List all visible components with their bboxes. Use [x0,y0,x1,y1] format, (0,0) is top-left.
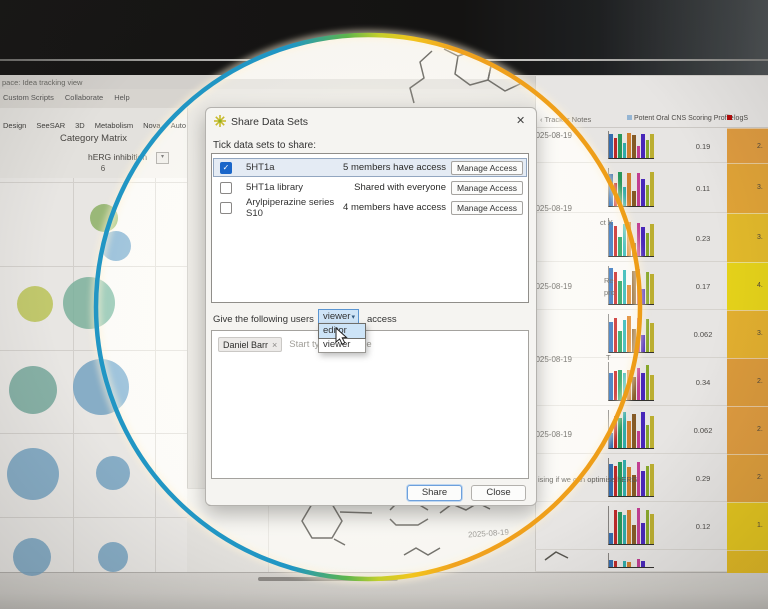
close-button[interactable]: Close [471,485,526,501]
letterbox-top [0,0,768,75]
letterbox-divider-line [0,59,768,61]
screenshot-stage: pace: Idea tracking view Custom ScriptsC… [0,0,768,609]
dataset-row[interactable]: 5HT1a libraryShared with everyone Manage … [214,179,526,196]
matrix-bubble[interactable] [63,277,115,329]
dataset-checkbox[interactable] [220,202,232,214]
matrix-bubble[interactable] [96,456,130,490]
matrix-bubble[interactable] [90,204,118,232]
dialog-title: Share Data Sets [231,116,308,128]
give-users-label: Give the following users [213,314,314,325]
dataset-list: ✓ 5HT1a5 members have access Manage Access… [211,153,529,303]
dataset-access-status: 5 members have access [343,162,446,173]
dataset-row[interactable]: ✓ 5HT1a5 members have access Manage Access [214,159,526,176]
matrix-bubble[interactable] [101,231,131,261]
matrix-bubble[interactable] [17,286,53,322]
dataset-name: 5HT1a library [246,182,354,193]
matrix-bubble[interactable] [7,448,59,500]
close-icon[interactable]: ✕ [516,114,525,127]
share-button[interactable]: Share [407,485,462,501]
remove-user-icon[interactable]: × [272,340,277,350]
dataset-access-status: 4 members have access [343,202,446,213]
dataset-checkbox[interactable] [220,182,232,194]
share-dialog-icon [213,114,227,128]
horizontal-scrollbar[interactable] [258,577,398,581]
role-select[interactable]: viewer ▾ [318,309,359,324]
user-chip: Daniel Barr × [218,337,282,352]
matrix-bubble[interactable] [13,538,51,576]
manage-access-button[interactable]: Manage Access [451,201,523,215]
user-input-box[interactable]: Daniel Barr × Start typing a name [211,330,529,479]
manage-access-button[interactable]: Manage Access [451,161,523,175]
dataset-access-status: Shared with everyone [354,182,446,193]
tick-datasets-label: Tick data sets to share: [213,140,316,151]
matrix-bubble[interactable] [73,359,129,415]
dataset-checkbox[interactable]: ✓ [220,162,232,174]
user-chip-name: Daniel Barr [223,340,268,350]
dataset-row[interactable]: Arylpiperazine series S104 members have … [214,199,526,216]
access-label: access [367,314,397,325]
mouse-cursor [335,327,349,346]
share-datasets-dialog: Share Data Sets ✕ Tick data sets to shar… [205,107,537,506]
dataset-name: Arylpiperazine series S10 [246,197,343,219]
role-select-value: viewer [319,311,351,322]
manage-access-button[interactable]: Manage Access [451,181,523,195]
chevron-down-icon: ▾ [351,313,358,321]
matrix-bubble[interactable] [9,366,57,414]
matrix-bubble[interactable] [98,542,128,572]
dataset-name: 5HT1a [246,162,343,173]
